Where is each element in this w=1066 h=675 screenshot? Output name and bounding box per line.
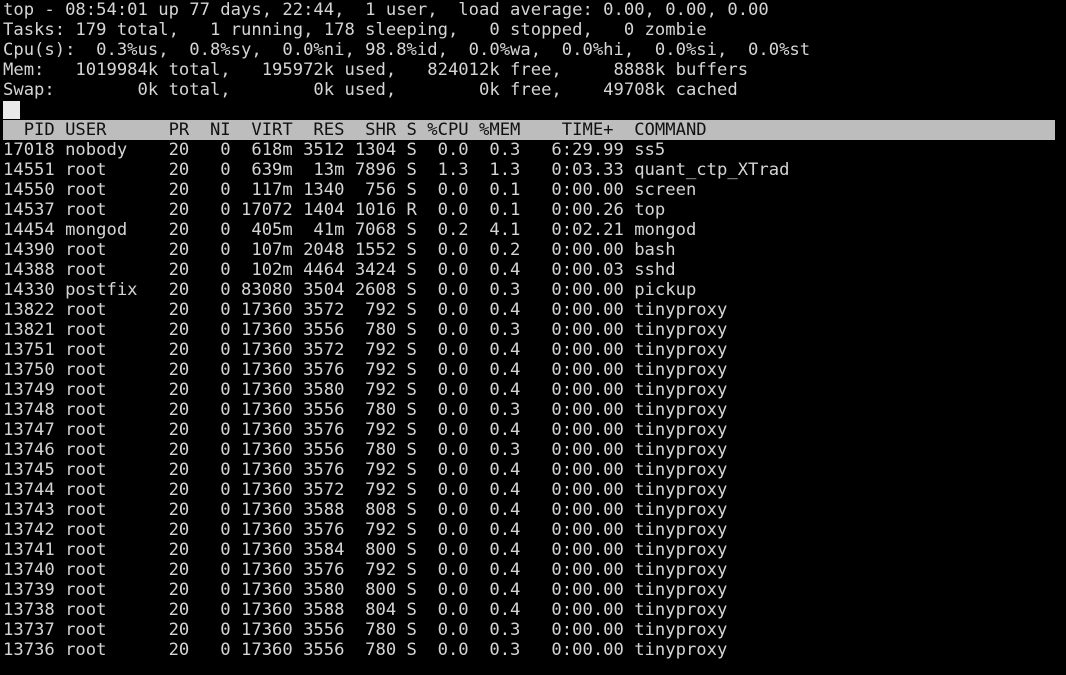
table-row[interactable]: 13748 root 20 0 17360 3556 780 S 0.0 0.3… xyxy=(3,400,1066,420)
table-row[interactable]: 13737 root 20 0 17360 3556 780 S 0.0 0.3… xyxy=(3,620,1066,640)
table-row[interactable]: 13744 root 20 0 17360 3572 792 S 0.0 0.4… xyxy=(3,480,1066,500)
terminal-window[interactable]: top - 08:54:01 up 77 days, 22:44, 1 user… xyxy=(0,0,1066,675)
table-row[interactable]: 13739 root 20 0 17360 3580 800 S 0.0 0.4… xyxy=(3,580,1066,600)
text-cursor xyxy=(3,101,20,119)
table-row[interactable]: 17018 nobody 20 0 618m 3512 1304 S 0.0 0… xyxy=(3,140,1066,160)
table-row[interactable]: 14550 root 20 0 117m 1340 756 S 0.0 0.1 … xyxy=(3,180,1066,200)
top-summary-area: top - 08:54:01 up 77 days, 22:44, 1 user… xyxy=(0,0,1066,120)
table-row[interactable]: 13740 root 20 0 17360 3576 792 S 0.0 0.4… xyxy=(3,560,1066,580)
table-row[interactable]: 13747 root 20 0 17360 3576 792 S 0.0 0.4… xyxy=(3,420,1066,440)
cpu-line: Cpu(s): 0.3%us, 0.8%sy, 0.0%ni, 98.8%id,… xyxy=(3,40,811,60)
table-row[interactable]: 13821 root 20 0 17360 3556 780 S 0.0 0.3… xyxy=(3,320,1066,340)
process-table-header: PID USER PR NI VIRT RES SHR S %CPU %MEM … xyxy=(3,120,1055,140)
table-row[interactable]: 13751 root 20 0 17360 3572 792 S 0.0 0.4… xyxy=(3,340,1066,360)
uptime-line: top - 08:54:01 up 77 days, 22:44, 1 user… xyxy=(3,0,769,20)
table-row[interactable]: 13736 root 20 0 17360 3556 780 S 0.0 0.3… xyxy=(3,640,1066,660)
table-row[interactable]: 14537 root 20 0 17072 1404 1016 R 0.0 0.… xyxy=(3,200,1066,220)
cursor-line xyxy=(3,100,1066,120)
table-row[interactable]: 13745 root 20 0 17360 3576 792 S 0.0 0.4… xyxy=(3,460,1066,480)
tasks-line: Tasks: 179 total, 1 running, 178 sleepin… xyxy=(3,20,707,40)
process-table[interactable]: PID USER PR NI VIRT RES SHR S %CPU %MEM … xyxy=(0,120,1066,660)
table-row[interactable]: 14330 postfix 20 0 83080 3504 2608 S 0.0… xyxy=(3,280,1066,300)
table-row[interactable]: 13749 root 20 0 17360 3580 792 S 0.0 0.4… xyxy=(3,380,1066,400)
table-row[interactable]: 13822 root 20 0 17360 3572 792 S 0.0 0.4… xyxy=(3,300,1066,320)
table-row[interactable]: 14551 root 20 0 639m 13m 7896 S 1.3 1.3 … xyxy=(3,160,1066,180)
swap-line: Swap: 0k total, 0k used, 0k free, 49708k… xyxy=(3,80,738,100)
table-row[interactable]: 14454 mongod 20 0 405m 41m 7068 S 0.2 4.… xyxy=(3,220,1066,240)
table-row[interactable]: 14390 root 20 0 107m 2048 1552 S 0.0 0.2… xyxy=(3,240,1066,260)
table-row[interactable]: 13743 root 20 0 17360 3588 808 S 0.0 0.4… xyxy=(3,500,1066,520)
table-row[interactable]: 13750 root 20 0 17360 3576 792 S 0.0 0.4… xyxy=(3,360,1066,380)
table-row[interactable]: 13738 root 20 0 17360 3588 804 S 0.0 0.4… xyxy=(3,600,1066,620)
table-row[interactable]: 14388 root 20 0 102m 4464 3424 S 0.0 0.4… xyxy=(3,260,1066,280)
process-table-body[interactable]: 17018 nobody 20 0 618m 3512 1304 S 0.0 0… xyxy=(3,140,1066,660)
memory-line: Mem: 1019984k total, 195972k used, 82401… xyxy=(3,60,749,80)
table-row[interactable]: 13742 root 20 0 17360 3576 792 S 0.0 0.4… xyxy=(3,520,1066,540)
table-row[interactable]: 13741 root 20 0 17360 3584 800 S 0.0 0.4… xyxy=(3,540,1066,560)
table-row[interactable]: 13746 root 20 0 17360 3556 780 S 0.0 0.3… xyxy=(3,440,1066,460)
